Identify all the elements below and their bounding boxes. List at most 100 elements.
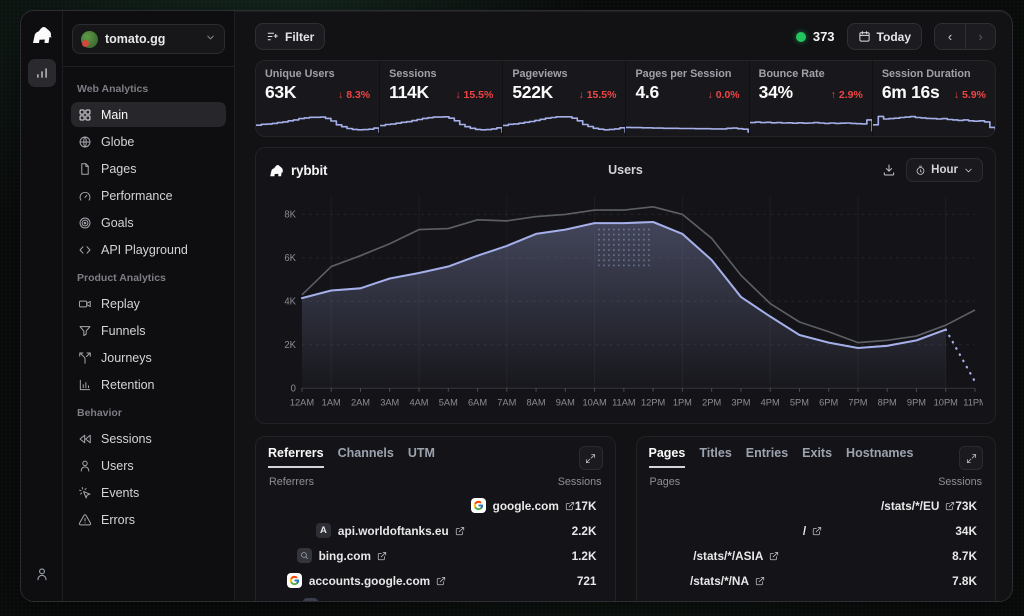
sidebar-item-journeys[interactable]: Journeys: [71, 345, 226, 370]
tab-referrers[interactable]: Referrers: [268, 446, 324, 468]
svg-text:5PM: 5PM: [790, 397, 809, 408]
stat-label: Pages per Session: [635, 68, 739, 80]
sidebar-item-globe[interactable]: Globe: [71, 129, 226, 154]
stat-change: ↑ 2.9%: [831, 89, 863, 101]
site-selector[interactable]: tomato.gg: [72, 24, 225, 54]
expand-button[interactable]: [959, 446, 983, 470]
users-chart-card: rybbit Users Hour 02K4K6K8K12AM: [255, 147, 996, 424]
date-range-button[interactable]: Today: [847, 23, 922, 50]
referrer-row[interactable]: bing.com1.2K: [268, 545, 603, 566]
page-row[interactable]: /34K: [649, 520, 984, 541]
chevron-down-icon: [205, 30, 216, 48]
download-button[interactable]: [882, 163, 896, 177]
sidebar-item-funnels[interactable]: Funnels: [71, 318, 226, 343]
filter-button[interactable]: Filter: [255, 23, 325, 50]
tab-titles[interactable]: Titles: [699, 446, 731, 466]
page-row[interactable]: /stats/*/EU73K: [649, 495, 984, 516]
page-row[interactable]: /stats/*/NA7.8K: [649, 570, 984, 591]
tab-channels[interactable]: Channels: [338, 446, 394, 466]
person-icon: [78, 459, 92, 473]
external-link-icon[interactable]: [455, 526, 465, 536]
external-link-icon[interactable]: [769, 551, 779, 561]
rybbit-logo-icon[interactable]: [30, 24, 54, 49]
page-row[interactable]: /stats/*/ASIA8.7K: [649, 545, 984, 566]
row-value: 1.2K: [572, 549, 597, 563]
stat-card-session-duration[interactable]: Session Duration6m 16s↓ 5.9%: [872, 61, 995, 136]
external-link-icon[interactable]: [945, 501, 955, 511]
stat-change: ↓ 0.0%: [708, 89, 740, 101]
sidebar-item-label: Funnels: [101, 324, 145, 338]
sidebar-item-events[interactable]: Events: [71, 480, 226, 505]
sidebar-item-api-playground[interactable]: API Playground: [71, 237, 226, 262]
pages-panel: PagesTitlesEntriesExitsHostnamesPagesSes…: [636, 436, 997, 602]
sidebar-item-retention[interactable]: Retention: [71, 372, 226, 397]
users-line-chart[interactable]: 02K4K6K8K12AM1AM2AM3AM4AM5AM6AM7AM8AM9AM…: [268, 187, 983, 419]
file-icon: [78, 162, 92, 176]
row-value: 8.7K: [952, 549, 977, 563]
row-label: api.worldoftanks.eu: [338, 524, 449, 538]
site-name: tomato.gg: [105, 32, 198, 46]
referrer-row[interactable]: [268, 595, 603, 602]
tab-hostnames[interactable]: Hostnames: [846, 446, 913, 466]
stat-change: ↓ 15.5%: [579, 89, 617, 101]
icon-rail: [21, 11, 63, 601]
tab-exits[interactable]: Exits: [802, 446, 832, 466]
svg-text:1PM: 1PM: [673, 397, 692, 408]
stat-label: Sessions: [389, 68, 493, 80]
interval-select[interactable]: Hour: [906, 158, 983, 182]
google-favicon: [471, 498, 486, 513]
topbar: Filter 373 Today ‹ ›: [255, 23, 996, 50]
web-analytics-rail-button[interactable]: [28, 59, 56, 87]
sidebar-item-label: Performance: [101, 189, 173, 203]
sidebar-item-users[interactable]: Users: [71, 453, 226, 478]
row-label: /stats/*/EU: [881, 499, 939, 513]
sidebar-item-main[interactable]: Main: [71, 102, 226, 127]
nav-section-label: Web Analytics: [71, 75, 226, 100]
prev-period-button[interactable]: ‹: [935, 24, 965, 49]
external-link-icon[interactable]: [436, 576, 446, 586]
stat-card-pages-per-session[interactable]: Pages per Session4.6↓ 0.0%: [625, 61, 748, 136]
svg-text:2PM: 2PM: [702, 397, 721, 408]
stat-label: Unique Users: [265, 68, 370, 80]
referrer-row[interactable]: google.com17K: [268, 495, 603, 516]
tab-utm[interactable]: UTM: [408, 446, 435, 466]
svg-text:10AM: 10AM: [582, 397, 606, 408]
timer-icon: [915, 165, 926, 176]
page-row[interactable]: [649, 595, 984, 602]
svg-text:11AM: 11AM: [612, 397, 636, 408]
sidebar-item-label: Errors: [101, 513, 135, 527]
external-link-icon[interactable]: [812, 526, 822, 536]
stat-label: Session Duration: [882, 68, 986, 80]
sidebar-item-label: Retention: [101, 378, 155, 392]
external-link-icon[interactable]: [377, 551, 387, 561]
brand-name: rybbit: [291, 163, 327, 178]
stat-card-sessions[interactable]: Sessions114K↓ 15.5%: [379, 61, 502, 136]
tab-entries[interactable]: Entries: [746, 446, 788, 466]
live-users[interactable]: 373: [796, 29, 835, 44]
sidebar-item-sessions[interactable]: Sessions: [71, 426, 226, 451]
column-right-label: Sessions: [558, 476, 602, 488]
expand-button[interactable]: [579, 446, 603, 470]
sidebar-item-performance[interactable]: Performance: [71, 183, 226, 208]
sidebar-item-replay[interactable]: Replay: [71, 291, 226, 316]
chart-icon: [78, 378, 92, 392]
column-left-label: Pages: [650, 476, 681, 488]
user-account-icon[interactable]: [34, 566, 50, 587]
stat-card-unique-users[interactable]: Unique Users63K↓ 8.3%: [256, 61, 379, 136]
row-value: 7.8K: [952, 574, 977, 588]
row-label: /: [803, 524, 806, 538]
external-link-icon[interactable]: [565, 501, 575, 511]
sidebar-item-errors[interactable]: Errors: [71, 507, 226, 532]
referrer-row[interactable]: accounts.google.com721: [268, 570, 603, 591]
referrer-row[interactable]: Aapi.worldoftanks.eu2.2K: [268, 520, 603, 541]
next-period-button[interactable]: ›: [965, 24, 995, 49]
sidebar-item-label: Journeys: [101, 351, 152, 365]
sidebar-item-goals[interactable]: Goals: [71, 210, 226, 235]
site-avatar: [81, 31, 98, 48]
svg-text:6AM: 6AM: [468, 397, 487, 408]
external-link-icon[interactable]: [755, 576, 765, 586]
tab-pages[interactable]: Pages: [649, 446, 686, 468]
sidebar-item-pages[interactable]: Pages: [71, 156, 226, 181]
stat-card-bounce-rate[interactable]: Bounce Rate34%↑ 2.9%: [749, 61, 872, 136]
stat-card-pageviews[interactable]: Pageviews522K↓ 15.5%: [502, 61, 625, 136]
